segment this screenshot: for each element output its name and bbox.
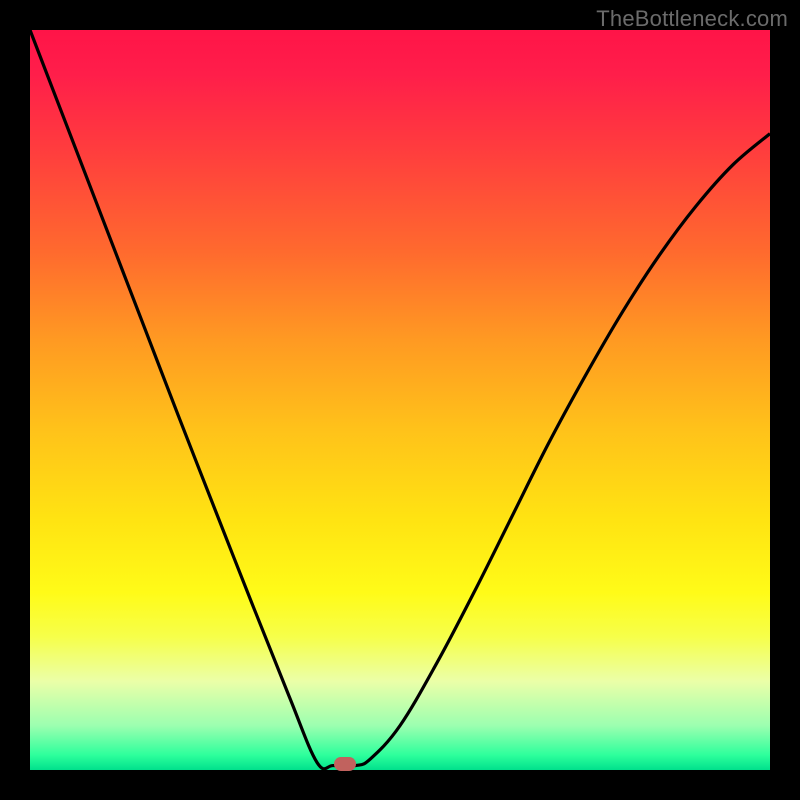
bottleneck-curve (30, 30, 770, 769)
plot-area (30, 30, 770, 770)
watermark-text: TheBottleneck.com (596, 6, 788, 32)
chart-frame: TheBottleneck.com (0, 0, 800, 800)
curve-layer (30, 30, 770, 770)
optimum-marker (334, 757, 356, 771)
